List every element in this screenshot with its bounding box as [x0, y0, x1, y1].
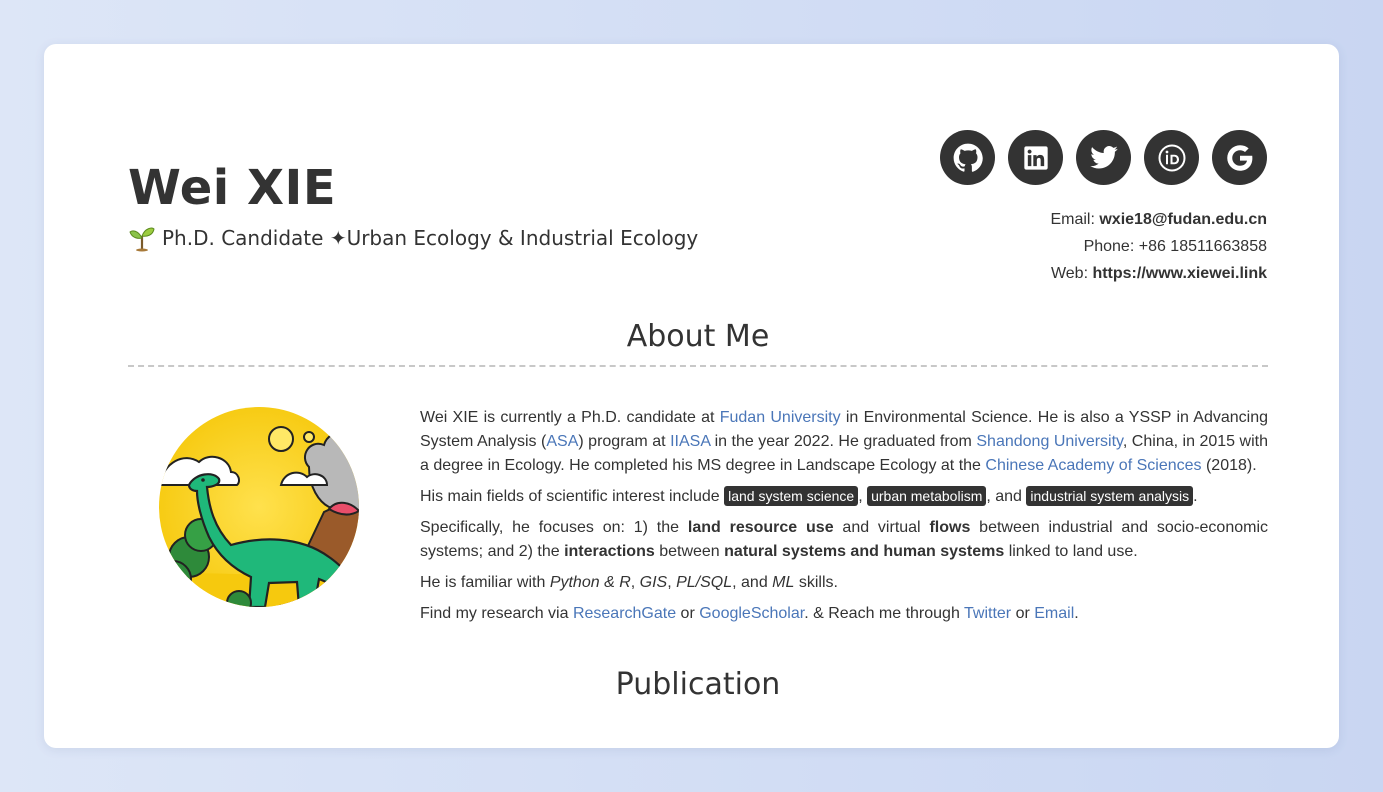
bio-paragraph-3: Specifically, he focuses on: 1) the land…: [420, 519, 1269, 560]
shandong-university-link[interactable]: Shandong University: [976, 433, 1123, 450]
google-button[interactable]: [1212, 130, 1267, 185]
contact-info: Email: wxie18@fudan.edu.cn Phone: +86 18…: [1050, 206, 1267, 287]
web-value[interactable]: https://www.xiewei.link: [1092, 265, 1267, 282]
orcid-icon: [1158, 144, 1185, 171]
contact-email-row: Email: wxie18@fudan.edu.cn: [1050, 211, 1267, 228]
bio-paragraph-5: Find my research via ResearchGate or Goo…: [420, 605, 1079, 622]
chinese-academy-of-sciences-link[interactable]: Chinese Academy of Sciences: [985, 457, 1201, 474]
profile-card: Wei XIE Ph.D. Candidate ✦Urban Ecology &…: [44, 44, 1339, 748]
twitter-button[interactable]: [1076, 130, 1131, 185]
bio-paragraph-4: He is familiar with Python & R, GIS, PL/…: [420, 574, 838, 591]
twitter-icon: [1089, 145, 1118, 169]
bio-paragraph-2: His main fields of scientific interest i…: [420, 486, 1198, 506]
iiasa-link[interactable]: IIASA: [670, 433, 710, 450]
section-divider: [128, 365, 1268, 367]
bio-paragraph-1: Wei XIE is currently a Ph.D. candidate a…: [420, 409, 1269, 474]
publication-heading: Publication: [615, 667, 781, 702]
email-link[interactable]: Email: [1034, 605, 1074, 622]
linkedin-button[interactable]: [1008, 130, 1063, 185]
google-icon: [1226, 144, 1252, 171]
interest-tag: industrial system analysis: [1026, 486, 1194, 506]
twitter-link[interactable]: Twitter: [964, 605, 1011, 622]
interest-tag: urban metabolism: [867, 486, 987, 506]
asa-link[interactable]: ASA: [546, 433, 578, 450]
googlescholar-link[interactable]: GoogleScholar: [699, 605, 804, 622]
linkedin-icon: [1023, 145, 1048, 170]
email-value[interactable]: wxie18@fudan.edu.cn: [1099, 211, 1267, 228]
researchgate-link[interactable]: ResearchGate: [573, 605, 676, 622]
phone-value: +86 18511663858: [1138, 238, 1267, 255]
github-icon: [953, 143, 983, 172]
github-button[interactable]: [940, 130, 995, 185]
profile-subtitle: Ph.D. Candidate ✦Urban Ecology & Industr…: [128, 224, 698, 252]
contact-phone-row: Phone: +86 18511663858: [1083, 238, 1267, 255]
orcid-button[interactable]: [1144, 130, 1199, 185]
about-me-heading: About Me: [626, 319, 770, 354]
interest-tag: land system science: [724, 486, 859, 506]
about-me-text: Wei XIE is currently a Ph.D. candidate a…: [420, 406, 1268, 633]
fudan-university-link[interactable]: Fudan University: [720, 409, 841, 426]
contact-web-row: Web: https://www.xiewei.link: [1050, 265, 1267, 282]
avatar: [159, 407, 359, 607]
social-links: [940, 130, 1267, 185]
profile-name: Wei XIE: [128, 160, 337, 216]
subtitle-text: Ph.D. Candidate ✦Urban Ecology & Industr…: [162, 226, 699, 250]
seedling-icon: [128, 224, 156, 252]
